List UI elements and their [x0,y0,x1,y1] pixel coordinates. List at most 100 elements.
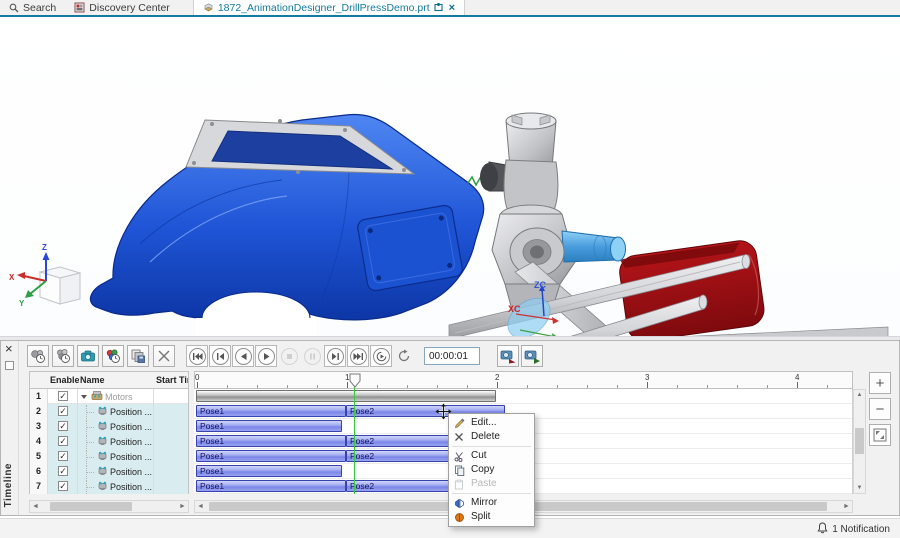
time-input[interactable] [424,347,480,365]
notification-area[interactable]: 1 Notification [817,522,890,537]
export-animation-button[interactable] [497,345,519,367]
zoom-in-button[interactable]: + [869,372,891,394]
menu-item-cut[interactable]: Cut [449,449,534,463]
time-ruler[interactable]: 01234 [194,371,853,389]
fit-timeline-button[interactable] [869,424,891,446]
copy-save-button[interactable] [127,345,149,367]
pencil-icon [453,417,465,429]
enable-cell: ✓ [48,479,78,494]
close-tab-icon[interactable]: × [449,2,455,14]
scroll-up-icon[interactable]: ▲ [854,390,865,400]
ruler-minor-tick [377,385,378,388]
ruler-tick-label: 2 [495,373,499,382]
enable-checkbox[interactable]: ✓ [58,466,68,476]
colored-spheres-clock-button[interactable] [102,345,124,367]
scroll-right-icon[interactable]: ► [177,501,188,512]
bar-label: Pose1 [200,406,224,416]
triad-z-label: Z [42,243,47,252]
start-time-cell [154,449,189,464]
enable-checkbox[interactable]: ✓ [58,436,68,446]
gears-clock-button[interactable] [27,345,49,367]
scroll-down-icon[interactable]: ▼ [854,483,865,493]
menu-item-paste[interactable]: Paste [449,477,534,491]
scroll-left-icon[interactable]: ◄ [30,501,41,512]
mirror-icon [453,497,465,509]
menu-item-label: Mirror [471,497,497,508]
scrollbar-thumb[interactable] [855,428,864,454]
step-backward-button[interactable] [209,345,231,367]
skip-to-start-button[interactable] [186,345,208,367]
search-icon [9,3,19,13]
tab-discovery-center[interactable]: Discovery Center [65,0,179,15]
spheres-clock-button[interactable] [52,345,74,367]
grid-row-4[interactable]: 4✓Position ... [30,434,188,449]
refresh-button[interactable] [393,345,415,367]
pause-button[interactable] [301,345,323,367]
timeline-bar-pose1-row3[interactable]: Pose1 [196,420,342,432]
delete-button[interactable] [153,345,175,367]
name-cell: Position ... [78,464,154,479]
row-name-label: Position ... [110,437,152,447]
timeline-bar-pose1-row7[interactable]: Pose1 [196,480,346,492]
menu-item-mirror[interactable]: Mirror [449,496,534,510]
enable-checkbox[interactable]: ✓ [58,451,68,461]
menu-item-split[interactable]: Split [449,510,534,524]
scroll-right-icon[interactable]: ► [841,501,852,512]
blue-housing-part[interactable] [90,115,483,337]
timeline-bar-pose1-row4[interactable]: Pose1 [196,435,346,447]
grid-row-7[interactable]: 7 ✓ Position ... [30,479,188,494]
row-number: 7 [30,479,48,494]
stop-button[interactable] [278,345,300,367]
grid-horizontal-scrollbar[interactable]: ◄ ► [29,500,189,513]
play-backward-button[interactable] [232,345,254,367]
close-panel-icon[interactable]: × [5,342,13,356]
scroll-left-icon[interactable]: ◄ [195,501,206,512]
timeline-bar-pose1-row2[interactable]: Pose1 [196,405,346,417]
menu-item-delete[interactable]: Delete [449,430,534,444]
enable-checkbox[interactable]: ✓ [58,481,68,491]
tree-connector [86,435,95,449]
grid-row-2[interactable]: 2✓Position ... [30,404,188,419]
grid-row-1[interactable]: 1✓Motors [30,389,188,404]
chevron-down-icon[interactable] [81,395,87,399]
ruler-minor-tick [677,385,678,388]
menu-item-edit[interactable]: Edit... [449,416,534,430]
panel-dock-checkbox[interactable] [5,361,14,370]
tab-document[interactable]: 1872_AnimationDesigner_DrillPressDemo.pr… [193,0,465,15]
menu-item-label: Copy [471,464,494,475]
position-motor-icon [97,405,108,418]
grid-row-6[interactable]: 6✓Position ... [30,464,188,479]
enable-checkbox[interactable]: ✓ [58,391,68,401]
menu-item-copy[interactable]: Copy [449,463,534,477]
chart-vertical-scrollbar[interactable]: ▲ ▼ [853,389,866,494]
timeline-bar-pose1-row5[interactable]: Pose1 [196,450,346,462]
timeline-lane-row1 [194,389,853,404]
menu-separator [452,446,531,447]
enable-checkbox[interactable]: ✓ [58,406,68,416]
row-number: 3 [30,419,48,434]
enable-checkbox[interactable]: ✓ [58,421,68,431]
play-once-button[interactable] [370,345,392,367]
tree-connector [86,465,95,479]
tab-search[interactable]: Search [0,0,65,15]
zoom-out-button[interactable]: − [869,398,891,420]
grid-row-5[interactable]: 5✓Position ... [30,449,188,464]
graphics-viewport[interactable]: ZC XC Z X Y [0,19,900,336]
timeline-bar-pose1-row6[interactable]: Pose1 [196,465,342,477]
grid-row-3[interactable]: 3✓Position ... [30,419,188,434]
camera-button[interactable] [77,345,99,367]
step-forward-button[interactable] [324,345,346,367]
scrollbar-thumb[interactable] [50,502,132,511]
row-name-label: Position ... [110,407,152,417]
enable-cell: ✓ [48,389,78,404]
playhead-marker[interactable] [349,373,361,391]
pin-icon[interactable] [434,3,443,12]
timeline-bar-group-row1[interactable] [196,390,496,402]
playback-toolbar [186,345,415,367]
menu-separator [452,493,531,494]
play-forward-button[interactable] [255,345,277,367]
skip-to-end-button[interactable] [347,345,369,367]
export-movie-button[interactable] [521,345,543,367]
zc-axis-label: ZC [534,280,546,290]
name-cell: Position ... [78,479,154,494]
